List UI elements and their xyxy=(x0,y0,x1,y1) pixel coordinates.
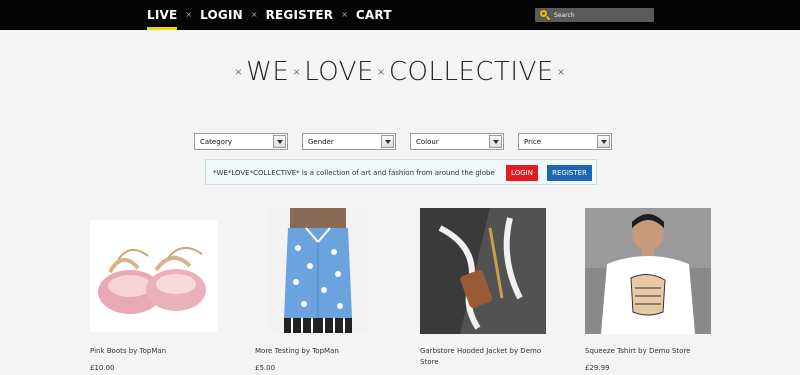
logo-word-love: LOVE xyxy=(304,57,374,87)
price-select[interactable]: Price xyxy=(518,133,612,150)
main-nav: LIVE × LOGIN × REGISTER × CART xyxy=(147,0,392,30)
product-title[interactable]: Garbstore Hooded Jacket by Demo Store xyxy=(420,346,550,368)
logo-separator: × xyxy=(292,67,302,78)
nav-register[interactable]: REGISTER xyxy=(266,0,334,30)
product-image[interactable] xyxy=(585,208,711,334)
colour-select[interactable]: Colour xyxy=(410,133,504,150)
product-price: £5.00 xyxy=(255,364,276,372)
banner-register-button[interactable]: REGISTER xyxy=(547,165,592,181)
nav-separator: × xyxy=(185,10,193,19)
top-navigation-bar: LIVE × LOGIN × REGISTER × CART xyxy=(0,0,800,30)
banner-login-button[interactable]: LOGIN xyxy=(506,165,538,181)
logo-word-we: WE xyxy=(246,57,290,87)
chevron-down-icon[interactable] xyxy=(381,135,394,148)
search-input[interactable] xyxy=(554,11,649,19)
site-logo[interactable]: × WE × LOVE × COLLECTIVE × xyxy=(0,57,800,87)
chevron-down-icon[interactable] xyxy=(489,135,502,148)
category-select[interactable]: Category xyxy=(194,133,288,150)
nav-login[interactable]: LOGIN xyxy=(200,0,243,30)
category-select-label: Category xyxy=(200,137,232,146)
logo-separator: × xyxy=(556,67,566,78)
product-title[interactable]: Pink Boots by TopMan xyxy=(90,346,220,357)
nav-live[interactable]: LIVE xyxy=(147,0,178,30)
product-image[interactable] xyxy=(420,208,546,334)
product-price: £29.99 xyxy=(585,364,610,372)
banner-text: *WE*LOVE*COLLECTIVE* is a collection of … xyxy=(213,169,495,177)
logo-separator: × xyxy=(376,67,386,78)
nav-separator: × xyxy=(250,10,258,19)
colour-select-label: Colour xyxy=(416,137,439,146)
gender-select[interactable]: Gender xyxy=(302,133,396,150)
gender-select-label: Gender xyxy=(308,137,334,146)
product-title[interactable]: More Testing by TopMan xyxy=(255,346,385,357)
search-icon[interactable] xyxy=(539,9,551,21)
product-title[interactable]: Squeeze Tshirt by Demo Store xyxy=(585,346,715,357)
product-price: £10.00 xyxy=(90,364,115,372)
logo-separator: × xyxy=(234,67,244,78)
chevron-down-icon[interactable] xyxy=(273,135,286,148)
info-banner: *WE*LOVE*COLLECTIVE* is a collection of … xyxy=(205,159,597,185)
logo-word-collective: COLLECTIVE xyxy=(388,57,554,87)
product-image[interactable] xyxy=(90,220,217,332)
nav-separator: × xyxy=(341,10,348,19)
search-box[interactable] xyxy=(535,8,654,22)
chevron-down-icon[interactable] xyxy=(597,135,610,148)
nav-cart[interactable]: CART xyxy=(356,0,392,30)
price-select-label: Price xyxy=(524,137,542,146)
product-image[interactable] xyxy=(268,208,368,333)
